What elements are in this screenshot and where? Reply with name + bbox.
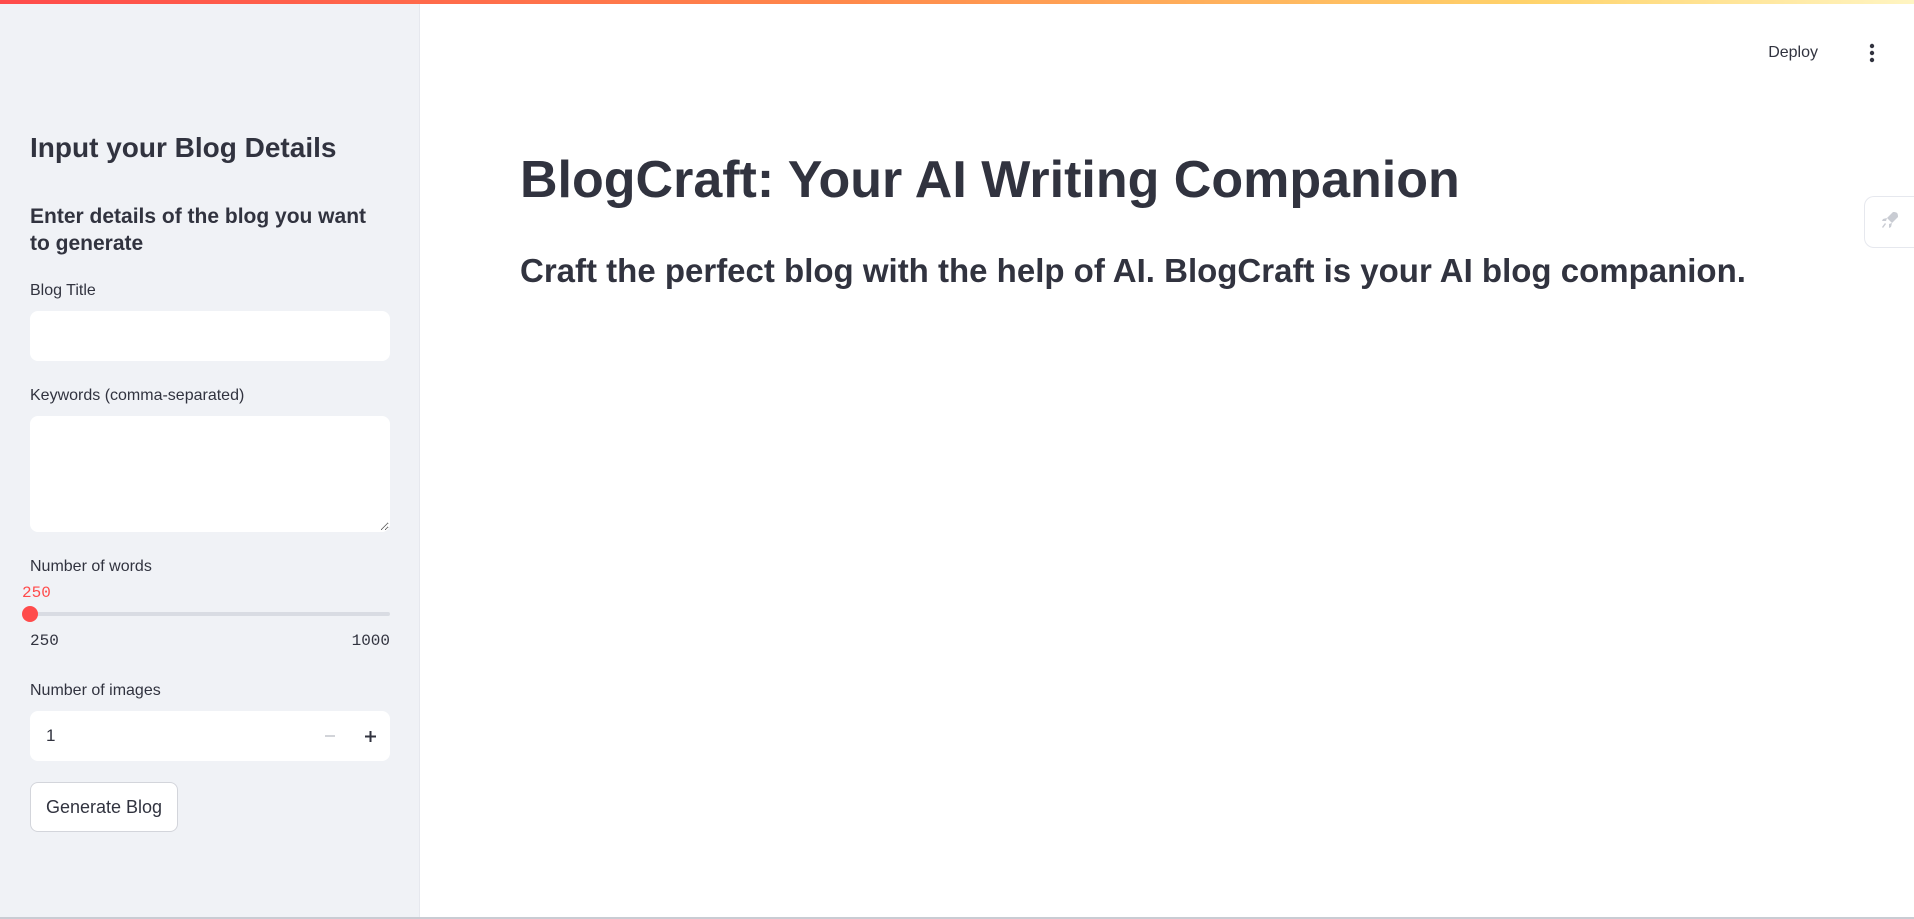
image-count-label: Number of images <box>30 682 161 699</box>
word-count-slider-thumb[interactable] <box>22 606 38 622</box>
blog-title-input[interactable] <box>30 311 390 361</box>
side-tab-button[interactable] <box>1864 196 1914 248</box>
word-count-slider-value: 250 <box>22 584 51 602</box>
image-count-stepper <box>30 711 390 761</box>
word-count-label: Number of words <box>30 558 152 575</box>
generate-blog-button[interactable]: Generate Blog <box>30 782 178 832</box>
keywords-label: Keywords (comma-separated) <box>30 387 245 404</box>
more-vertical-icon[interactable] <box>1860 38 1884 68</box>
word-count-slider-min: 250 <box>30 632 59 650</box>
blog-title-label: Blog Title <box>30 282 96 299</box>
word-count-slider-max: 1000 <box>351 632 390 650</box>
sidebar: Input your Blog Details Enter details of… <box>0 0 420 919</box>
minus-icon[interactable] <box>310 711 350 761</box>
page-subtitle: Craft the perfect blog with the help of … <box>520 252 1746 289</box>
rocket-icon <box>1879 209 1901 236</box>
page-title: BlogCraft: Your AI Writing Companion <box>520 151 1460 209</box>
main-content: Deploy BlogCraft: Your AI Writing Compan… <box>420 0 1914 919</box>
sidebar-header: Input your Blog Details <box>30 132 337 163</box>
keywords-textarea[interactable] <box>30 416 390 532</box>
deploy-button[interactable]: Deploy <box>1756 38 1830 68</box>
image-count-input[interactable] <box>30 711 310 761</box>
word-count-slider-track[interactable] <box>30 612 390 616</box>
sidebar-subheader: Enter details of the blog you want to ge… <box>30 205 367 255</box>
plus-icon[interactable] <box>350 711 390 761</box>
top-decoration-bar <box>0 0 1914 4</box>
